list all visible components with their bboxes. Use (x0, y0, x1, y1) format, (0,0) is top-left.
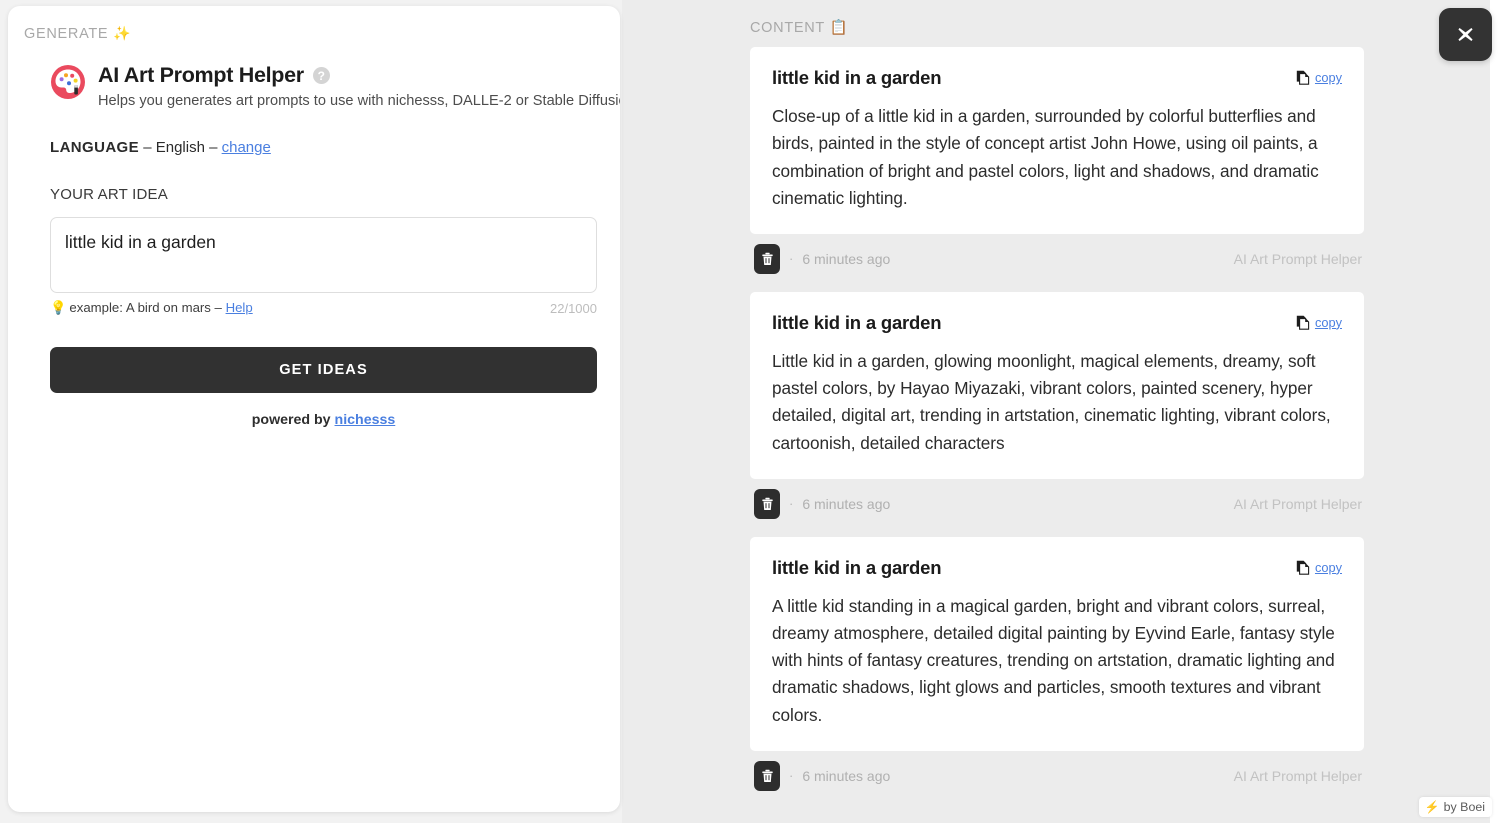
result-author: AI Art Prompt Helper (1234, 496, 1362, 512)
boei-label: by Boei (1444, 800, 1485, 814)
copy-label: copy (1315, 70, 1342, 85)
close-x-icon (1456, 25, 1475, 44)
delete-button[interactable] (754, 761, 780, 791)
result-card-meta-left: · 6 minutes ago (754, 761, 890, 791)
widget-root: CONTENT 📋 little kid in a garden copy Clos… (0, 0, 1500, 823)
copy-pages-icon (1296, 70, 1310, 85)
lightbulb-icon: 💡 (50, 300, 66, 315)
meta-separator: · (789, 251, 793, 266)
clipboard-icon: 📋 (829, 20, 848, 36)
result-card-header: little kid in a garden copy (772, 557, 1342, 579)
result-card-text: A little kid standing in a magical garde… (772, 593, 1342, 729)
powered-by: powered by nichesss (50, 412, 597, 428)
language-value: English (156, 139, 205, 156)
result-card-title: little kid in a garden (772, 557, 941, 579)
change-language-link[interactable]: change (222, 139, 271, 156)
app-header: AI Art Prompt Helper ? Helps you generat… (50, 62, 600, 109)
close-button[interactable] (1439, 8, 1492, 61)
copy-pages-icon (1296, 315, 1310, 330)
delete-button[interactable] (754, 244, 780, 274)
example-hint-text: example: A bird on mars – (69, 300, 221, 315)
app-subtitle: Helps you generates art prompts to use w… (98, 93, 620, 109)
language-dash-left: – (143, 139, 151, 156)
result-card-meta: · 6 minutes ago AI Art Prompt Helper (750, 751, 1364, 801)
trash-icon (761, 497, 774, 511)
result-card-title: little kid in a garden (772, 312, 941, 334)
result-card-body: little kid in a garden copy A little kid s… (750, 537, 1364, 751)
boei-badge[interactable]: ⚡ by Boei (1419, 797, 1492, 817)
powered-by-text: powered by (252, 412, 331, 428)
content-section-label-text: CONTENT (750, 20, 825, 36)
help-icon[interactable]: ? (313, 67, 330, 84)
result-card-body: little kid in a garden copy Little kid in … (750, 292, 1364, 479)
result-card-header: little kid in a garden copy (772, 67, 1342, 89)
app-title-row: AI Art Prompt Helper ? (98, 63, 620, 88)
sparkles-icon: ✨ (113, 25, 131, 41)
get-ideas-button[interactable]: GET IDEAS (50, 347, 597, 393)
delete-button[interactable] (754, 489, 780, 519)
help-link[interactable]: Help (226, 300, 253, 315)
result-card-header: little kid in a garden copy (772, 312, 1342, 334)
result-timestamp: 6 minutes ago (802, 768, 890, 784)
artist-palette-icon (50, 64, 86, 100)
result-card-meta-left: · 6 minutes ago (754, 244, 890, 274)
nichesss-link[interactable]: nichesss (335, 412, 396, 428)
copy-label: copy (1315, 560, 1342, 575)
result-card-title: little kid in a garden (772, 67, 941, 89)
result-card-text: Close-up of a little kid in a garden, su… (772, 103, 1342, 212)
result-card-text: Little kid in a garden, glowing moonligh… (772, 348, 1342, 457)
trash-icon (761, 769, 774, 783)
art-idea-input[interactable] (50, 217, 597, 293)
result-card: little kid in a garden copy Close-up of a … (750, 47, 1364, 284)
panel-edge-strip (1490, 0, 1500, 823)
copy-button[interactable]: copy (1296, 312, 1342, 330)
example-hint: 💡example: A bird on mars – Help (50, 300, 253, 316)
language-row: LANGUAGE – English – change (50, 139, 271, 156)
character-counter: 22/1000 (550, 301, 597, 316)
result-card: little kid in a garden copy A little kid s… (750, 537, 1364, 801)
copy-button[interactable]: copy (1296, 67, 1342, 85)
result-timestamp: 6 minutes ago (802, 251, 890, 267)
generate-section-label: GENERATE ✨ (24, 25, 131, 42)
result-card-meta: · 6 minutes ago AI Art Prompt Helper (750, 234, 1364, 284)
result-author: AI Art Prompt Helper (1234, 768, 1362, 784)
content-section-label: CONTENT 📋 (750, 19, 848, 36)
copy-label: copy (1315, 315, 1342, 330)
input-hint-row: 💡example: A bird on mars – Help 22/1000 (50, 300, 597, 316)
generate-section-label-text: GENERATE (24, 26, 108, 42)
result-card: little kid in a garden copy Little kid in … (750, 292, 1364, 529)
art-idea-label: YOUR ART IDEA (50, 186, 168, 203)
language-dash-right: – (209, 139, 217, 156)
generate-panel: GENERATE ✨ AI Art Prompt H (8, 6, 620, 812)
result-author: AI Art Prompt Helper (1234, 251, 1362, 267)
page-title: AI Art Prompt Helper (98, 63, 304, 88)
content-panel: CONTENT 📋 little kid in a garden copy Clos… (622, 0, 1490, 823)
language-label: LANGUAGE (50, 139, 139, 156)
copy-button[interactable]: copy (1296, 557, 1342, 575)
meta-separator: · (789, 768, 793, 783)
result-timestamp: 6 minutes ago (802, 496, 890, 512)
meta-separator: · (789, 496, 793, 511)
copy-pages-icon (1296, 560, 1310, 575)
bolt-icon: ⚡ (1425, 800, 1440, 814)
result-card-body: little kid in a garden copy Close-up of a … (750, 47, 1364, 234)
app-header-text: AI Art Prompt Helper ? Helps you generat… (98, 62, 620, 109)
results-list: little kid in a garden copy Close-up of a … (750, 47, 1364, 809)
result-card-meta: · 6 minutes ago AI Art Prompt Helper (750, 479, 1364, 529)
result-card-meta-left: · 6 minutes ago (754, 489, 890, 519)
trash-icon (761, 252, 774, 266)
